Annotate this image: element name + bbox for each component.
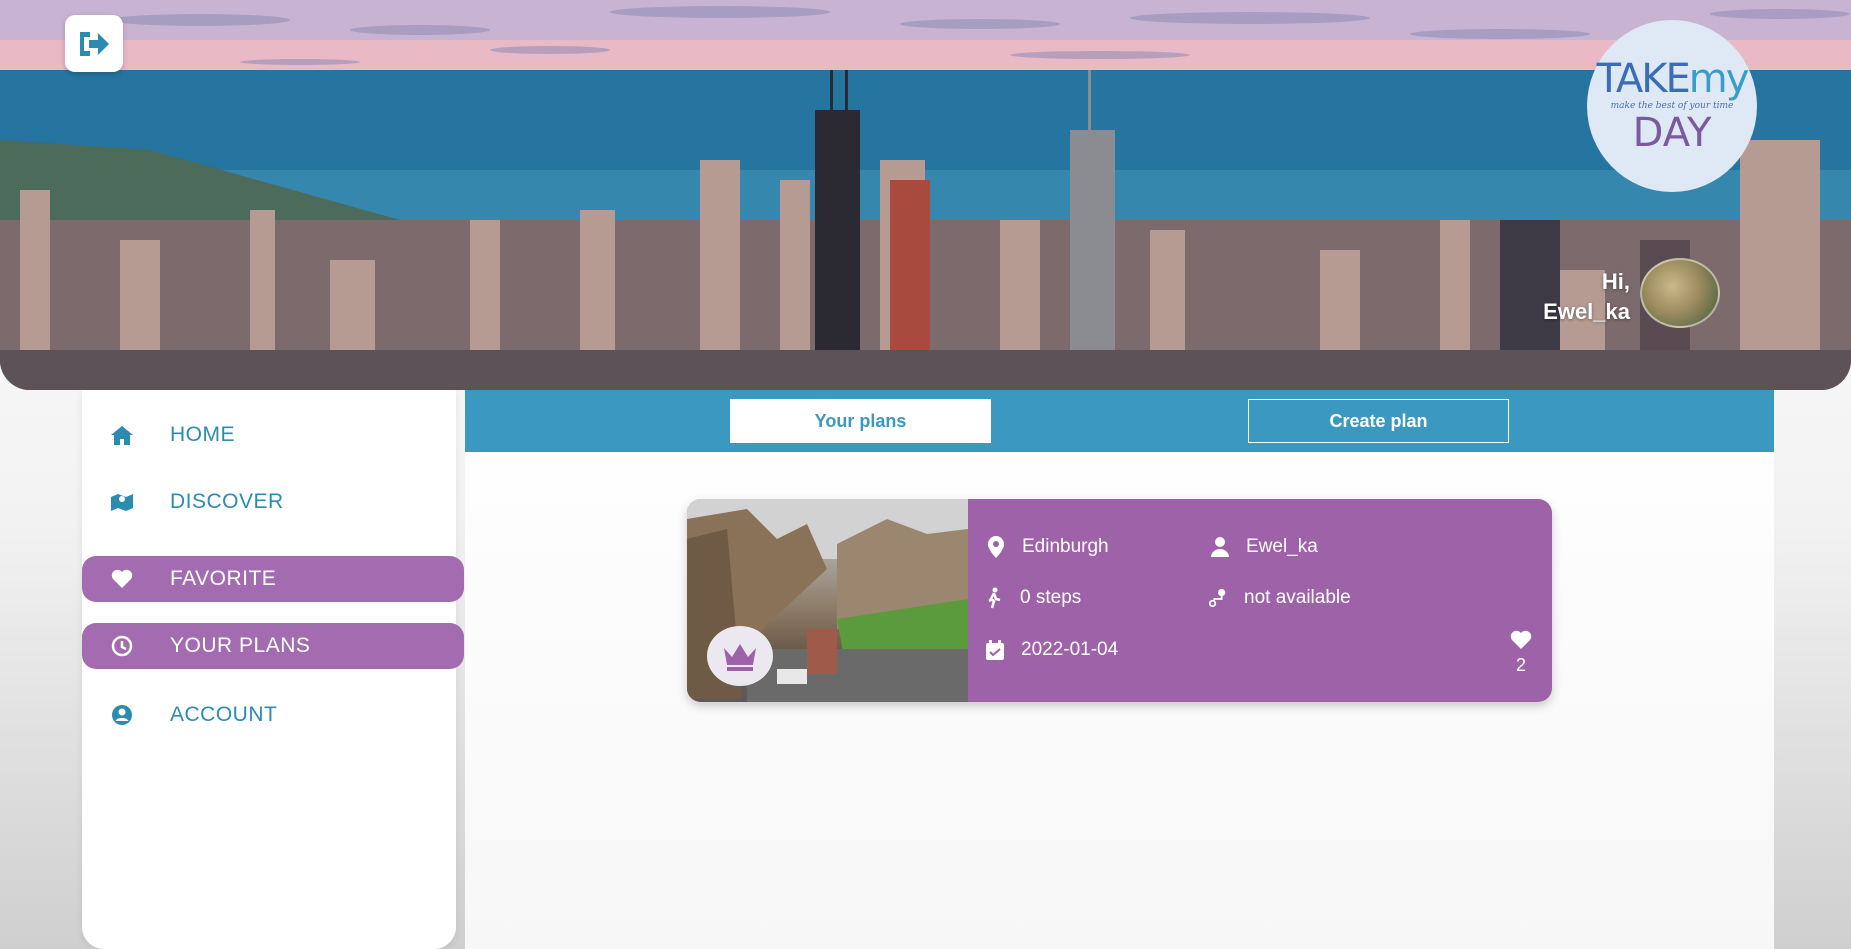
plan-date: 2022-01-04 bbox=[985, 639, 1118, 661]
plan-city: Edinburgh bbox=[986, 536, 1109, 558]
clock-icon bbox=[110, 634, 134, 658]
plan-route-label: not available bbox=[1244, 587, 1351, 608]
walking-icon bbox=[984, 587, 1004, 609]
sidebar-item-label: HOME bbox=[170, 423, 235, 446]
crown-icon bbox=[724, 644, 756, 671]
route-icon bbox=[1208, 587, 1228, 609]
sidebar-item-home[interactable]: HOME bbox=[82, 412, 462, 458]
header-banner: TAKEmy make the best of your time DAY Hi… bbox=[0, 0, 1851, 390]
sidebar-item-your-plans[interactable]: YOUR PLANS bbox=[82, 623, 464, 669]
plan-card[interactable]: Edinburgh Ewel_ka 0 steps not available … bbox=[687, 499, 1552, 702]
likes-count: 2 bbox=[1515, 655, 1526, 675]
sidebar-item-label: DISCOVER bbox=[170, 490, 284, 513]
logo-my: my bbox=[1688, 56, 1750, 102]
plan-steps: 0 steps bbox=[984, 587, 1081, 609]
home-icon bbox=[110, 423, 134, 447]
location-pin-icon bbox=[986, 536, 1006, 558]
logo-day: DAY bbox=[1632, 110, 1712, 156]
logout-icon bbox=[80, 31, 109, 56]
plan-author: Ewel_ka bbox=[1210, 536, 1318, 558]
plan-likes[interactable]: 2 bbox=[1505, 630, 1537, 676]
premium-badge bbox=[707, 626, 773, 686]
sidebar: HOME DISCOVER FAVORITE YOUR PLANS ACCOUN… bbox=[82, 390, 464, 949]
calendar-check-icon bbox=[985, 639, 1005, 661]
heart-icon bbox=[1510, 630, 1532, 649]
greeting-username: Ewel_ka bbox=[1543, 299, 1630, 324]
sidebar-item-discover[interactable]: DISCOVER bbox=[82, 479, 462, 525]
plan-date-label: 2022-01-04 bbox=[1021, 639, 1119, 660]
plan-image bbox=[687, 499, 968, 702]
user-greeting: Hi, Ewel_ka bbox=[1520, 267, 1630, 327]
app-logo: TAKEmy make the best of your time DAY bbox=[1587, 20, 1757, 192]
map-icon bbox=[110, 490, 134, 514]
sidebar-item-label: FAVORITE bbox=[170, 567, 277, 590]
user-icon bbox=[1210, 536, 1230, 558]
greeting-hi: Hi, bbox=[1601, 269, 1630, 294]
plan-city-label: Edinburgh bbox=[1022, 536, 1109, 557]
plan-steps-label: 0 steps bbox=[1020, 587, 1082, 608]
city-skyline bbox=[0, 70, 1851, 390]
sidebar-item-favorite[interactable]: FAVORITE bbox=[82, 556, 464, 602]
logo-take: TAKE bbox=[1596, 56, 1691, 102]
plan-author-label: Ewel_ka bbox=[1246, 536, 1318, 557]
plan-route: not available bbox=[1208, 587, 1351, 609]
create-plan-button[interactable]: Create plan bbox=[1248, 399, 1509, 443]
logout-button[interactable] bbox=[65, 15, 123, 72]
sidebar-item-account[interactable]: ACCOUNT bbox=[82, 692, 462, 738]
plans-tab-bar: Your plans Create plan bbox=[465, 390, 1774, 452]
avatar[interactable] bbox=[1640, 258, 1720, 328]
tab-your-plans[interactable]: Your plans bbox=[730, 399, 991, 443]
heart-icon bbox=[110, 567, 134, 591]
sidebar-item-label: ACCOUNT bbox=[170, 703, 278, 726]
sidebar-item-label: YOUR PLANS bbox=[170, 634, 311, 657]
user-circle-icon bbox=[110, 703, 134, 727]
